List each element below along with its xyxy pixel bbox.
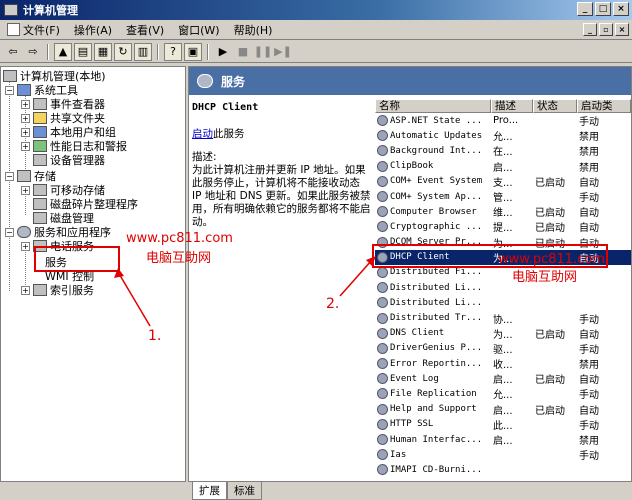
annotation-arrows (114, 256, 376, 327)
arrow-line-1 (117, 271, 151, 327)
arrowhead-1 (114, 268, 124, 278)
arrow-line-2 (339, 259, 373, 297)
